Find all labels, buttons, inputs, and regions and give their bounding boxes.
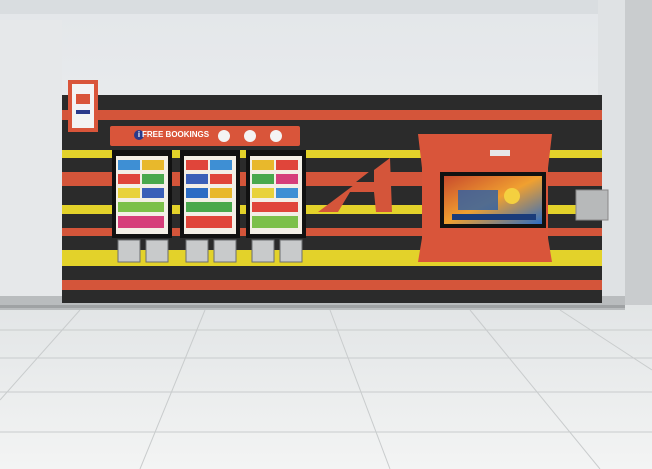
right-column: [625, 0, 652, 330]
wall-vent: [490, 150, 510, 156]
header-icons: [218, 130, 282, 142]
left-wall-shade: [0, 20, 62, 300]
kiosk-screens: [112, 150, 306, 238]
free-bookings-label: FREE BOOKINGS: [142, 130, 210, 139]
wall-electrical-box: [575, 189, 609, 221]
kiosk-wall-photo: i FREE BOOKINGS: [0, 0, 652, 469]
